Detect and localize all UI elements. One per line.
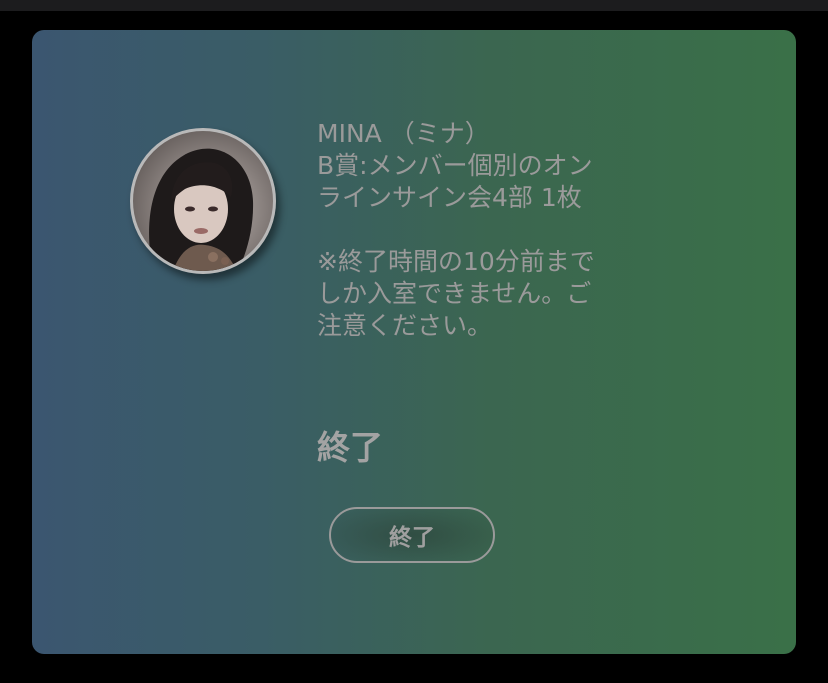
prize-details: MINA （ミナ） B賞:メンバー個別のオン ラインサイン会4部 1枚 ※終了時… [317,118,717,342]
end-button[interactable]: 終了 [329,507,495,563]
member-name: MINA （ミナ） [317,119,490,148]
prize-title-line-1: B賞:メンバー個別のオン [317,151,593,180]
top-bar [0,0,828,11]
note-line-1: ※終了時間の10分前まで [317,247,595,276]
note-line-2: しか入室できません。ご [317,279,592,308]
member-avatar [130,128,276,274]
status-label: 終了 [317,428,383,467]
end-button-label: 終了 [389,525,435,551]
prize-title-line-2: ラインサイン会4部 1枚 [317,183,582,212]
member-photo-icon [149,148,254,271]
prize-card: MINA （ミナ） B賞:メンバー個別のオン ラインサイン会4部 1枚 ※終了時… [32,30,796,654]
note-line-3: 注意ください。 [317,311,493,340]
